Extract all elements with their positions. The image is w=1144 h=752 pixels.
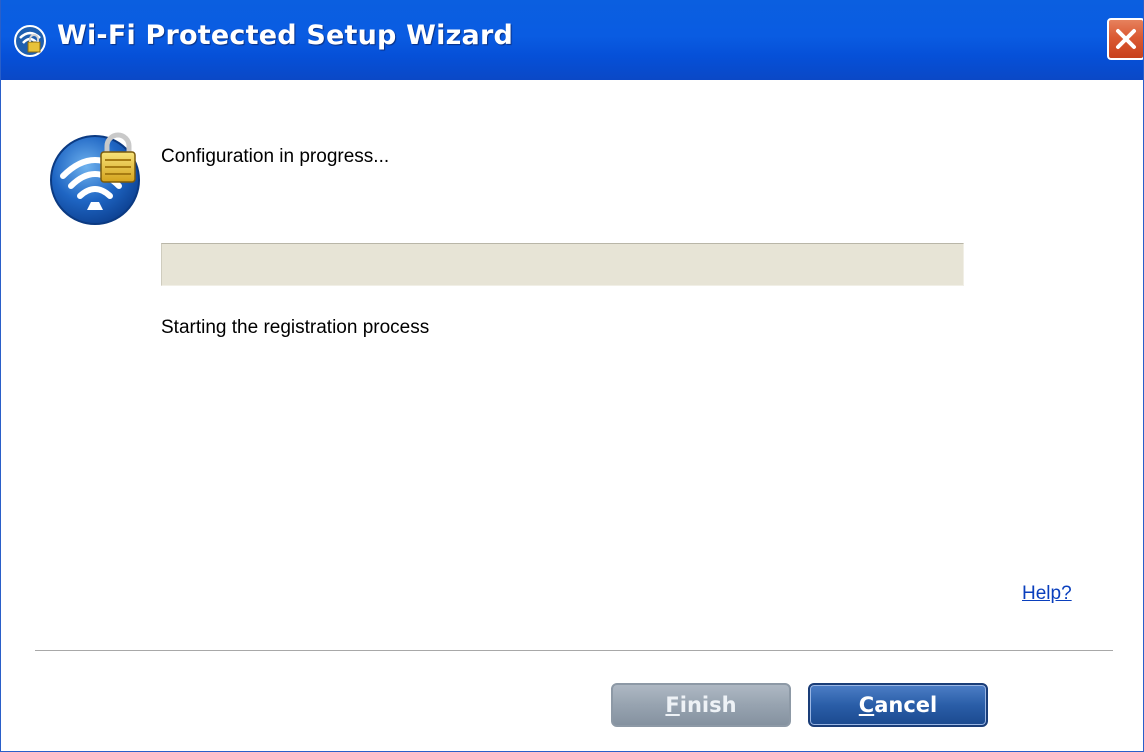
wireless-lock-icon bbox=[50, 132, 140, 225]
title-bar[interactable]: Wi-Fi Protected Setup Wizard bbox=[1, 0, 1143, 80]
footer-separator bbox=[35, 650, 1113, 652]
status-text: Starting the registration process bbox=[161, 317, 430, 338]
help-link[interactable]: Help? bbox=[1022, 583, 1072, 605]
finish-button-label: Finish bbox=[665, 693, 737, 717]
progress-heading: Configuration in progress... bbox=[161, 146, 390, 167]
close-icon bbox=[1116, 29, 1136, 49]
close-button[interactable] bbox=[1107, 18, 1143, 60]
finish-button[interactable]: Finish bbox=[611, 683, 791, 727]
window-title: Wi-Fi Protected Setup Wizard bbox=[57, 20, 513, 51]
progress-bar bbox=[161, 243, 964, 286]
wps-lock-icon bbox=[14, 25, 46, 57]
wizard-window: Wi-Fi Protected Setup Wizard Configurati… bbox=[0, 0, 1144, 752]
cancel-button-label: Cancel bbox=[858, 693, 938, 717]
cancel-button[interactable]: Cancel bbox=[808, 683, 988, 727]
